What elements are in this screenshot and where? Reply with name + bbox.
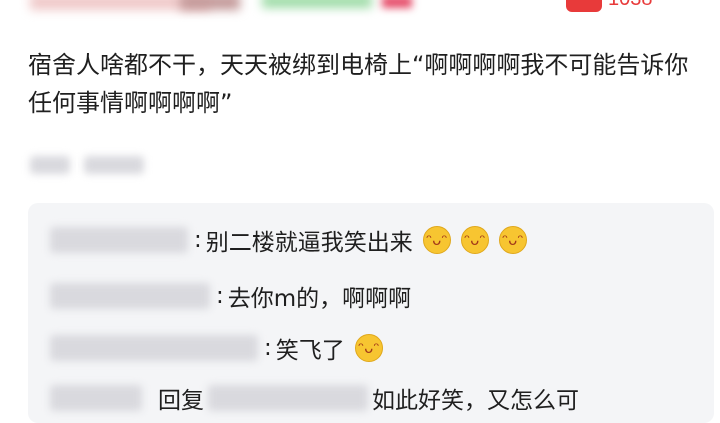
laughing-face-icon: ᵔᴗᵔ [460,226,489,254]
blurred-username[interactable] [50,385,142,411]
comment-section: : 别二楼就逼我笑出来 ᵔᴗᵔ ᵔᴗᵔ ᵔᴗᵔ : 去你m的，啊啊啊 : 笑飞了… [28,203,714,423]
notification-icon[interactable] [566,0,602,12]
blurred-meta [30,156,70,174]
comment-item[interactable]: : 笑飞了 ᵔᴗᵔ [50,331,383,365]
blurred-meta [84,156,144,174]
notification-count: 1038 [608,0,653,11]
comment-item[interactable]: : 别二楼就逼我笑出来 ᵔᴗᵔ ᵔᴗᵔ ᵔᴗᵔ [50,223,527,257]
comment-text: 如此好笑，又怎么可 [372,388,579,414]
comment-text: 去你m的，啊啊啊 [227,286,412,312]
post-body: 宿舍人啥都不干，天天被绑到电椅上“啊啊啊啊我不可能告诉你任何事情啊啊啊啊” [28,51,689,117]
blurred-username[interactable] [50,283,210,309]
comment-item[interactable]: : 去你m的，啊啊啊 [50,279,411,313]
laughing-face-icon: ᵔᴗᵔ [354,334,383,362]
laughing-face-icon: ᵔᴗᵔ [498,226,527,254]
blurred-username[interactable] [50,227,188,253]
comment-text: 别二楼就逼我笑出来 [205,230,413,256]
post-meta [30,152,150,178]
comment-item[interactable]: 回复 如此好笑，又怎么可 [50,381,579,415]
laughing-face-icon: ᵔᴗᵔ [422,226,451,254]
blurred-username[interactable] [50,335,258,361]
reply-prefix: 回复 [158,388,204,414]
top-strip: 1038 [0,0,720,24]
blurred-username[interactable] [208,385,368,411]
comment-text: 笑飞了 [275,338,345,364]
